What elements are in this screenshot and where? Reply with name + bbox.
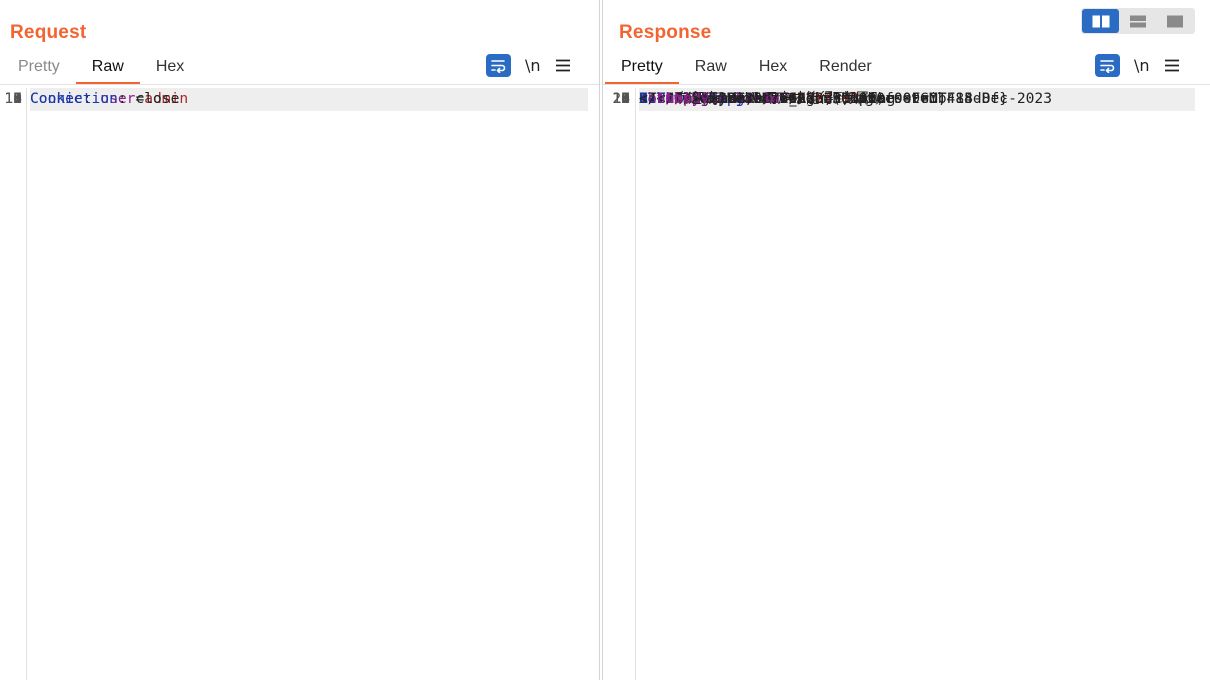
side-by-side-layout-icon[interactable] <box>1082 9 1120 33</box>
html-tag: html <box>656 90 692 107</box>
line-number: 12 <box>4 90 22 107</box>
response-tab-render[interactable]: Render <box>803 50 887 84</box>
response-toolbar: \n <box>1095 54 1180 77</box>
response-editor[interactable]: 1 HTTP/1.1 200 OK 2 Content-Length: 222 3 Con… <box>603 88 1210 680</box>
line-content: Connection: close <box>30 88 588 111</box>
stacked-layout-icon[interactable] <box>1119 9 1156 33</box>
request-title: Request <box>10 22 87 43</box>
request-tab-pretty[interactable]: Pretty <box>2 50 76 84</box>
response-gutter-divider <box>635 88 636 680</box>
tag-bracket: </ <box>639 90 657 107</box>
request-editor[interactable]: 1GET / HTTP/1.12Host: cdd516ec-bf46-4f14… <box>0 88 599 680</box>
show-newlines-icon[interactable]: \n <box>1134 56 1150 75</box>
menu-icon[interactable] <box>555 58 571 74</box>
request-gutter-divider <box>26 88 27 680</box>
response-tab-raw[interactable]: Raw <box>679 50 743 84</box>
menu-icon[interactable] <box>1164 58 1180 74</box>
tag-bracket: > <box>691 90 701 107</box>
line-number: 20 <box>612 90 630 107</box>
header-separator: : <box>117 90 136 107</box>
response-tab-divider <box>603 84 1210 85</box>
response-title: Response <box>619 22 712 43</box>
response-tab-hex[interactable]: Hex <box>743 50 803 84</box>
word-wrap-icon[interactable] <box>1095 54 1120 77</box>
response-pane: Response Pretty Raw Hex Render \n 1 HTTP/… <box>602 0 1210 680</box>
request-tab-raw[interactable]: Raw <box>75 50 140 84</box>
response-tabs: Pretty Raw Hex Render <box>605 50 888 84</box>
layout-switch <box>1081 8 1195 34</box>
show-newlines-icon[interactable]: \n <box>525 56 541 75</box>
request-toolbar: \n <box>486 54 571 77</box>
request-tab-hex[interactable]: Hex <box>140 50 200 84</box>
word-wrap-icon[interactable] <box>486 54 511 77</box>
request-tab-divider <box>0 84 599 85</box>
request-pane: Request Pretty Raw Hex \n 1GET / HTTP/1.… <box>0 0 600 680</box>
single-layout-icon[interactable] <box>1157 9 1194 33</box>
response-tab-pretty[interactable]: Pretty <box>605 50 679 84</box>
line-content: </html> <box>639 88 1195 111</box>
header-value: close <box>135 90 180 107</box>
header-name: Connection <box>30 90 118 107</box>
request-tabs: Pretty Raw Hex <box>2 50 200 84</box>
